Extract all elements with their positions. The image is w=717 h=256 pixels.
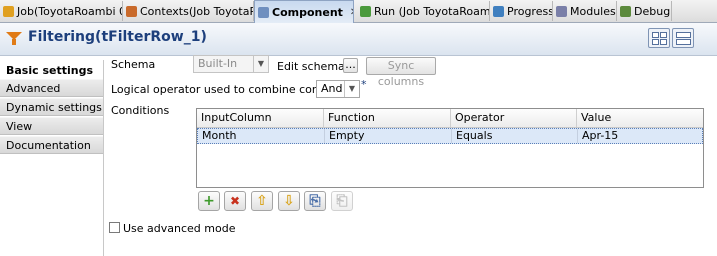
copy-icon: ⎘ bbox=[309, 193, 321, 209]
paste-icon: ⎗ bbox=[336, 193, 348, 209]
tab-label: Debug bbox=[634, 4, 671, 18]
schema-label: Schema bbox=[111, 58, 156, 71]
sidebar-item-label: Basic settings bbox=[6, 64, 94, 77]
list-view-icon[interactable] bbox=[672, 28, 694, 48]
conditions-table[interactable]: InputColumn Function Operator Value Mont… bbox=[196, 108, 704, 188]
sidebar-item-documentation[interactable]: Documentation bbox=[0, 136, 103, 154]
plus-icon: + bbox=[203, 193, 215, 209]
sidebar-item-label: Dynamic settings bbox=[6, 101, 102, 114]
tab-contexts[interactable]: Contexts(Job ToyotaRo bbox=[123, 1, 254, 21]
chevron-down-icon: ▼ bbox=[344, 81, 359, 97]
edit-schema-label: Edit schema bbox=[277, 60, 345, 73]
debug-icon bbox=[620, 5, 631, 17]
arrow-up-icon: ⇧ bbox=[256, 193, 268, 209]
tab-component[interactable]: Component ✕ bbox=[254, 0, 354, 23]
remove-row-button[interactable]: ✖ bbox=[224, 191, 246, 211]
edit-schema-button[interactable]: ... bbox=[343, 58, 358, 73]
chevron-down-icon: ▼ bbox=[253, 56, 268, 72]
schema-select-value: Built-In bbox=[198, 57, 238, 70]
conditions-label: Conditions bbox=[111, 104, 170, 117]
sync-columns-button[interactable]: Sync columns bbox=[366, 57, 436, 88]
required-marker: * bbox=[361, 78, 367, 91]
progress-icon bbox=[493, 5, 504, 17]
advanced-mode-label: Use advanced mode bbox=[123, 222, 236, 235]
logical-operator-value: And bbox=[321, 82, 343, 95]
paste-button[interactable]: ⎗ bbox=[331, 191, 353, 211]
grid-view-icon[interactable] bbox=[648, 28, 670, 48]
sidebar-item-dynamic-settings[interactable]: Dynamic settings bbox=[0, 98, 103, 116]
modules-icon bbox=[556, 5, 567, 17]
tab-job[interactable]: Job(ToyotaRoambi 0.1 bbox=[0, 1, 123, 21]
column-header-function[interactable]: Function bbox=[324, 109, 451, 127]
copy-button[interactable]: ⎘ bbox=[304, 191, 326, 211]
add-row-button[interactable]: + bbox=[198, 191, 220, 211]
move-up-button[interactable]: ⇧ bbox=[251, 191, 273, 211]
tab-modules[interactable]: Modules bbox=[553, 1, 617, 21]
sidebar-item-basic-settings[interactable]: Basic settings bbox=[0, 61, 103, 79]
tab-debug[interactable]: Debug bbox=[617, 1, 672, 21]
advanced-mode-checkbox[interactable] bbox=[109, 222, 120, 233]
table-row[interactable]: Month Empty Equals Apr-15 bbox=[197, 128, 703, 144]
sidebar-item-label: View bbox=[6, 120, 33, 133]
component-title-bar: Filtering(tFilterRow_1) bbox=[0, 23, 717, 56]
sidebar-item-label: Documentation bbox=[6, 139, 91, 152]
table-header: InputColumn Function Operator Value bbox=[197, 109, 703, 128]
arrow-down-icon: ⇩ bbox=[283, 193, 295, 209]
tab-label: Contexts(Job ToyotaRo bbox=[140, 4, 254, 18]
sidebar-item-advanced-settings[interactable]: Advanced settings bbox=[0, 79, 103, 113]
schema-select[interactable]: Built-In ▼ bbox=[193, 55, 269, 73]
logical-operator-select[interactable]: And ▼ bbox=[316, 80, 360, 98]
table-cell-operator[interactable]: Equals bbox=[452, 129, 578, 143]
contexts-icon bbox=[126, 5, 137, 17]
column-header-inputcolumn[interactable]: InputColumn bbox=[197, 109, 324, 127]
table-cell-inputcolumn[interactable]: Month bbox=[198, 129, 325, 143]
column-header-operator[interactable]: Operator bbox=[451, 109, 577, 127]
tab-label: Component bbox=[272, 5, 343, 19]
table-cell-function[interactable]: Empty bbox=[325, 129, 452, 143]
tab-label: Run (Job ToyotaRoam bbox=[374, 4, 490, 18]
tab-progress[interactable]: Progress bbox=[490, 1, 553, 21]
column-header-value[interactable]: Value bbox=[577, 109, 703, 127]
tab-label: Modules bbox=[570, 4, 616, 18]
job-icon bbox=[3, 5, 14, 17]
editor-tab-bar: Job(ToyotaRoambi 0.1 Contexts(Job Toyota… bbox=[0, 0, 717, 23]
tab-label: Progress bbox=[507, 4, 553, 18]
tab-label: Job(ToyotaRoambi 0.1 bbox=[17, 4, 122, 18]
settings-sidebar: Basic settings Advanced settings Dynamic… bbox=[0, 60, 104, 256]
component-icon bbox=[258, 6, 269, 18]
table-cell-value[interactable]: Apr-15 bbox=[578, 129, 702, 143]
sidebar-item-view[interactable]: View bbox=[0, 117, 103, 135]
page-title: Filtering(tFilterRow_1) bbox=[28, 29, 207, 45]
move-down-button[interactable]: ⇩ bbox=[278, 191, 300, 211]
delete-icon: ✖ bbox=[229, 194, 241, 208]
tab-run[interactable]: Run (Job ToyotaRoam bbox=[357, 1, 490, 21]
close-icon[interactable]: ✕ bbox=[350, 7, 353, 18]
run-icon bbox=[360, 5, 371, 17]
